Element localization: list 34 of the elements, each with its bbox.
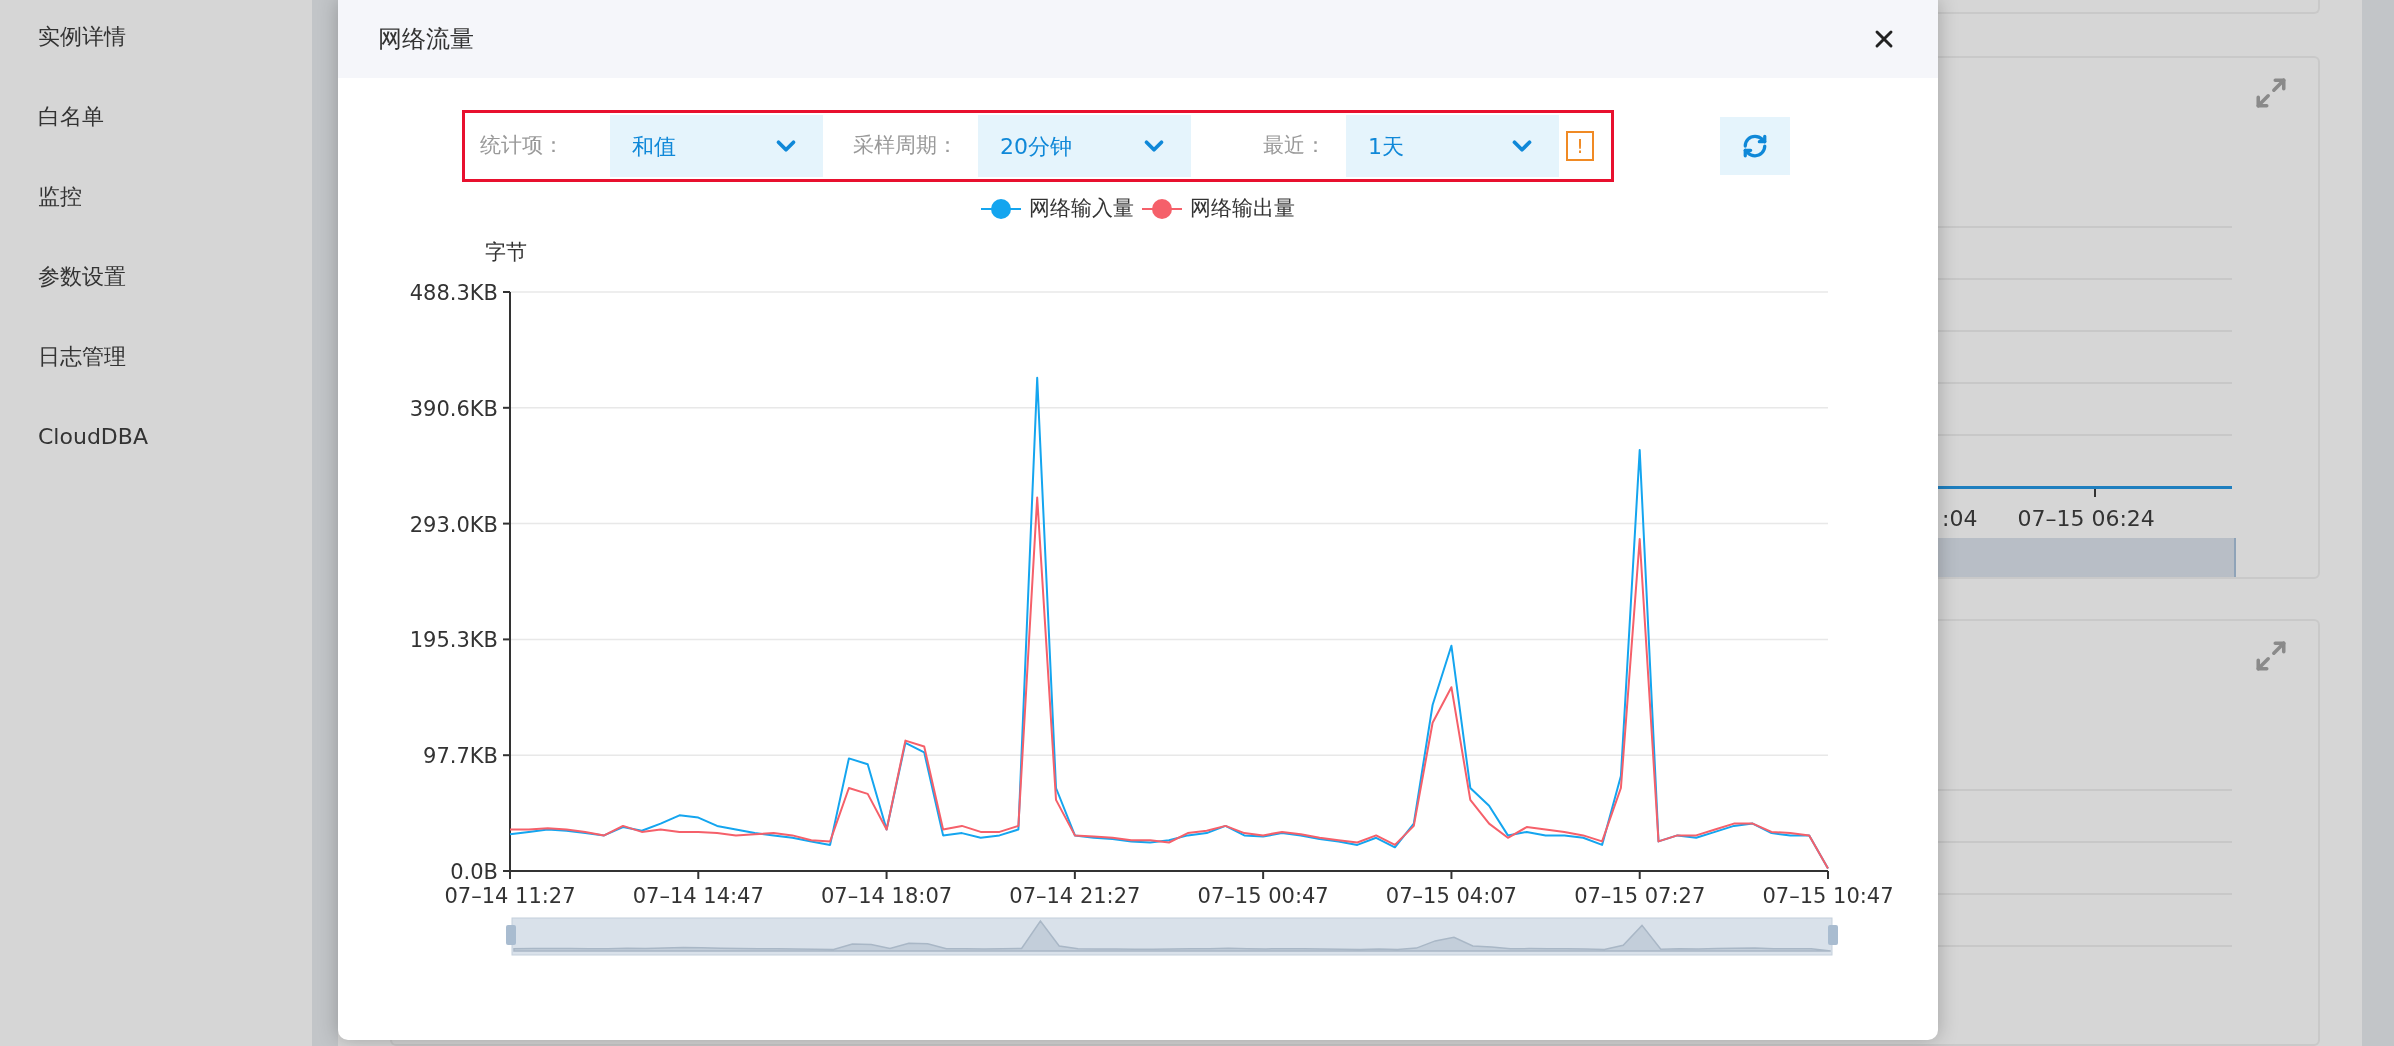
y-tick-label: 293.0KB — [409, 512, 498, 537]
sidebar-item[interactable]: 日志管理 — [38, 340, 312, 374]
filter-label: 最近： — [1262, 132, 1326, 160]
x-tick-label: 07–15 04:07 — [1385, 884, 1517, 908]
legend-label[interactable]: 网络输入量 — [1029, 193, 1134, 225]
filter-label: 采样周期： — [852, 132, 958, 160]
x-tick-label: 07–14 21:27 — [1009, 884, 1141, 908]
y-axis-title: 字节 — [485, 240, 527, 264]
x-tick-label: 07–15 07:27 — [1574, 884, 1706, 908]
legend-label[interactable]: 网络输出量 — [1190, 193, 1295, 225]
y-tick-label: 195.3KB — [409, 628, 498, 653]
sidebar-item[interactable]: CloudDBA — [38, 420, 312, 454]
axis-label: 07–15 06:24 — [2017, 505, 2155, 532]
sidebar-item[interactable]: 监控 — [38, 180, 312, 214]
x-tick-label: 07–15 00:47 — [1197, 884, 1329, 908]
y-tick-label: 488.3KB — [409, 281, 498, 305]
zoom-slider[interactable] — [506, 917, 1838, 956]
x-tick-label: 07–15 10:47 — [1762, 884, 1894, 908]
sidebar-item[interactable]: 白名单 — [38, 100, 312, 134]
y-tick-label: 97.7KB — [423, 744, 498, 769]
refresh-icon — [1742, 133, 1768, 159]
x-tick-label: 07–14 14:47 — [632, 884, 764, 908]
sidebar-item[interactable]: 参数设置 — [38, 260, 312, 294]
dialog-title: 网络流量 — [378, 24, 474, 55]
expand-icon[interactable] — [2254, 638, 2288, 673]
x-tick-label: 07–14 18:07 — [821, 884, 953, 908]
expand-icon[interactable] — [2254, 75, 2288, 110]
filter-label: 统计项： — [480, 132, 565, 160]
y-tick-label: 390.6KB — [409, 396, 498, 421]
sidebar-item[interactable]: 实例详情 — [38, 20, 312, 54]
x-tick-label: 07–14 11:27 — [444, 884, 576, 908]
axis-label: :04 — [1942, 505, 1978, 532]
refresh-button[interactable] — [1720, 117, 1790, 175]
y-tick-label: 0.0B — [450, 860, 498, 884]
